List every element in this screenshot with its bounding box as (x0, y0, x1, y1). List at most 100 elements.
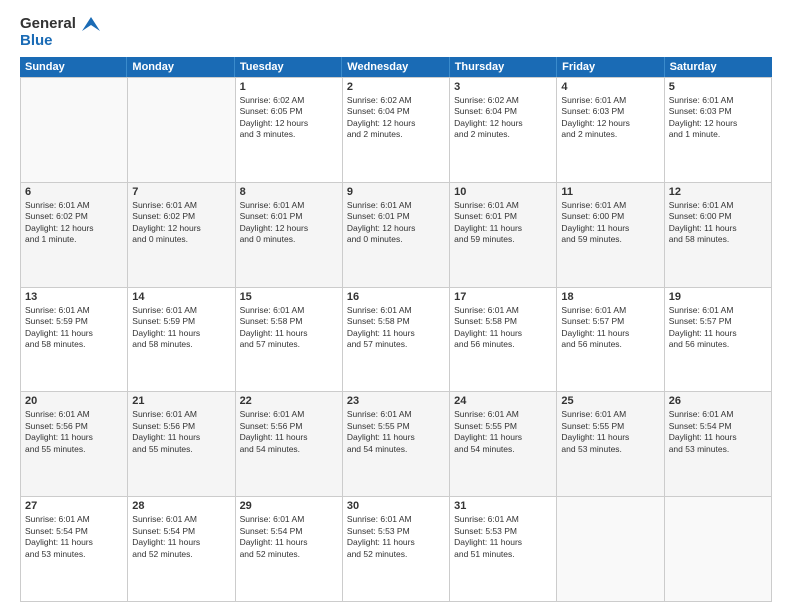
header-day-thursday: Thursday (450, 57, 557, 77)
cell-info: Sunrise: 6:01 AM Sunset: 5:54 PM Dayligh… (240, 514, 338, 560)
day-cell-14: 14 Sunrise: 6:01 AM Sunset: 5:59 PM Dayli… (128, 288, 235, 393)
day-number: 5 (669, 81, 767, 93)
day-cell-18: 18 Sunrise: 6:01 AM Sunset: 5:57 PM Dayli… (557, 288, 664, 393)
day-cell-23: 23 Sunrise: 6:01 AM Sunset: 5:55 PM Dayli… (343, 392, 450, 497)
header-day-saturday: Saturday (665, 57, 772, 77)
day-cell-26: 26 Sunrise: 6:01 AM Sunset: 5:54 PM Dayli… (665, 392, 772, 497)
day-cell-6: 6 Sunrise: 6:01 AM Sunset: 6:02 PM Daylig… (21, 183, 128, 288)
cell-info: Sunrise: 6:02 AM Sunset: 6:05 PM Dayligh… (240, 95, 338, 141)
cell-info: Sunrise: 6:01 AM Sunset: 6:01 PM Dayligh… (240, 200, 338, 246)
day-cell-24: 24Sunrise: 6:01 AM Sunset: 5:55 PM Dayli… (450, 392, 557, 497)
day-cell-22: 22 Sunrise: 6:01 AM Sunset: 5:56 PM Dayli… (236, 392, 343, 497)
day-number: 24 (454, 395, 552, 407)
cell-info: Sunrise: 6:01 AM Sunset: 5:59 PM Dayligh… (25, 305, 123, 351)
day-cell-19: 19 Sunrise: 6:01 AM Sunset: 5:57 PM Dayli… (665, 288, 772, 393)
day-cell-25: 25 Sunrise: 6:01 AM Sunset: 5:55 PM Dayli… (557, 392, 664, 497)
day-cell-28: 28Sunrise: 6:01 AM Sunset: 5:54 PM Dayli… (128, 497, 235, 602)
day-cell-10: 10 Sunrise: 6:01 AM Sunset: 6:01 PM Dayli… (450, 183, 557, 288)
cell-info: Sunrise: 6:01 AM Sunset: 5:54 PM Dayligh… (25, 514, 123, 560)
day-number: 15 (240, 291, 338, 303)
day-cell-17: 17Sunrise: 6:01 AM Sunset: 5:58 PM Dayli… (450, 288, 557, 393)
cell-info: Sunrise: 6:01 AM Sunset: 5:54 PM Dayligh… (132, 514, 230, 560)
day-number: 14 (132, 291, 230, 303)
logo-text-line1: General (20, 16, 100, 33)
cell-info: Sunrise: 6:01 AM Sunset: 5:55 PM Dayligh… (561, 409, 659, 455)
day-number: 7 (132, 186, 230, 198)
cell-info: Sunrise: 6:01 AM Sunset: 6:01 PM Dayligh… (347, 200, 445, 246)
day-number: 29 (240, 500, 338, 512)
logo-text-line2: Blue (20, 33, 100, 50)
day-cell-29: 29 Sunrise: 6:01 AM Sunset: 5:54 PM Dayli… (236, 497, 343, 602)
day-number: 10 (454, 186, 552, 198)
cell-info: Sunrise: 6:01 AM Sunset: 6:02 PM Dayligh… (132, 200, 230, 246)
day-cell-empty (128, 78, 235, 183)
day-cell-empty (665, 497, 772, 602)
day-cell-27: 27Sunrise: 6:01 AM Sunset: 5:54 PM Dayli… (21, 497, 128, 602)
day-cell-11: 11 Sunrise: 6:01 AM Sunset: 6:00 PM Dayli… (557, 183, 664, 288)
day-cell-2: 2Sunrise: 6:02 AM Sunset: 6:04 PM Daylig… (343, 78, 450, 183)
cell-info: Sunrise: 6:01 AM Sunset: 5:54 PM Dayligh… (669, 409, 767, 455)
cell-info: Sunrise: 6:01 AM Sunset: 6:03 PM Dayligh… (561, 95, 659, 141)
day-number: 25 (561, 395, 659, 407)
header: General Blue (20, 16, 772, 49)
calendar: SundayMondayTuesdayWednesdayThursdayFrid… (20, 57, 772, 602)
day-cell-21: 21Sunrise: 6:01 AM Sunset: 5:56 PM Dayli… (128, 392, 235, 497)
day-number: 6 (25, 186, 123, 198)
day-number: 4 (561, 81, 659, 93)
day-number: 23 (347, 395, 445, 407)
day-number: 3 (454, 81, 552, 93)
day-number: 21 (132, 395, 230, 407)
cell-info: Sunrise: 6:01 AM Sunset: 5:55 PM Dayligh… (347, 409, 445, 455)
day-number: 16 (347, 291, 445, 303)
day-number: 22 (240, 395, 338, 407)
cell-info: Sunrise: 6:01 AM Sunset: 5:58 PM Dayligh… (454, 305, 552, 351)
page: General Blue SundayMondayTuesdayWednesda… (0, 0, 792, 612)
cell-info: Sunrise: 6:01 AM Sunset: 6:00 PM Dayligh… (561, 200, 659, 246)
cell-info: Sunrise: 6:01 AM Sunset: 6:01 PM Dayligh… (454, 200, 552, 246)
header-day-friday: Friday (557, 57, 664, 77)
day-number: 13 (25, 291, 123, 303)
day-number: 19 (669, 291, 767, 303)
day-cell-8: 8 Sunrise: 6:01 AM Sunset: 6:01 PM Daylig… (236, 183, 343, 288)
cell-info: Sunrise: 6:01 AM Sunset: 5:53 PM Dayligh… (347, 514, 445, 560)
cell-info: Sunrise: 6:02 AM Sunset: 6:04 PM Dayligh… (347, 95, 445, 141)
day-cell-13: 13 Sunrise: 6:01 AM Sunset: 5:59 PM Dayli… (21, 288, 128, 393)
cell-info: Sunrise: 6:01 AM Sunset: 5:57 PM Dayligh… (561, 305, 659, 351)
day-cell-15: 15 Sunrise: 6:01 AM Sunset: 5:58 PM Dayli… (236, 288, 343, 393)
cell-info: Sunrise: 6:01 AM Sunset: 5:56 PM Dayligh… (240, 409, 338, 455)
day-cell-1: 1 Sunrise: 6:02 AM Sunset: 6:05 PM Daylig… (236, 78, 343, 183)
header-day-sunday: Sunday (20, 57, 127, 77)
calendar-header: SundayMondayTuesdayWednesdayThursdayFrid… (20, 57, 772, 77)
cell-info: Sunrise: 6:01 AM Sunset: 5:58 PM Dayligh… (240, 305, 338, 351)
day-cell-20: 20 Sunrise: 6:01 AM Sunset: 5:56 PM Dayli… (21, 392, 128, 497)
day-number: 31 (454, 500, 552, 512)
day-number: 20 (25, 395, 123, 407)
day-cell-4: 4 Sunrise: 6:01 AM Sunset: 6:03 PM Daylig… (557, 78, 664, 183)
day-cell-empty (21, 78, 128, 183)
day-cell-9: 9 Sunrise: 6:01 AM Sunset: 6:01 PM Daylig… (343, 183, 450, 288)
cell-info: Sunrise: 6:01 AM Sunset: 6:02 PM Dayligh… (25, 200, 123, 246)
day-number: 30 (347, 500, 445, 512)
cell-info: Sunrise: 6:01 AM Sunset: 5:59 PM Dayligh… (132, 305, 230, 351)
header-day-monday: Monday (127, 57, 234, 77)
cell-info: Sunrise: 6:01 AM Sunset: 5:57 PM Dayligh… (669, 305, 767, 351)
day-number: 26 (669, 395, 767, 407)
logo: General Blue (20, 16, 100, 49)
cell-info: Sunrise: 6:01 AM Sunset: 6:03 PM Dayligh… (669, 95, 767, 141)
day-cell-5: 5 Sunrise: 6:01 AM Sunset: 6:03 PM Daylig… (665, 78, 772, 183)
day-cell-30: 30 Sunrise: 6:01 AM Sunset: 5:53 PM Dayli… (343, 497, 450, 602)
cell-info: Sunrise: 6:01 AM Sunset: 5:56 PM Dayligh… (25, 409, 123, 455)
day-number: 18 (561, 291, 659, 303)
day-number: 1 (240, 81, 338, 93)
cell-info: Sunrise: 6:01 AM Sunset: 5:53 PM Dayligh… (454, 514, 552, 560)
day-number: 9 (347, 186, 445, 198)
day-cell-7: 7 Sunrise: 6:01 AM Sunset: 6:02 PM Daylig… (128, 183, 235, 288)
cell-info: Sunrise: 6:02 AM Sunset: 6:04 PM Dayligh… (454, 95, 552, 141)
day-cell-empty (557, 497, 664, 602)
cell-info: Sunrise: 6:01 AM Sunset: 5:58 PM Dayligh… (347, 305, 445, 351)
day-cell-16: 16 Sunrise: 6:01 AM Sunset: 5:58 PM Dayli… (343, 288, 450, 393)
day-cell-12: 12Sunrise: 6:01 AM Sunset: 6:00 PM Dayli… (665, 183, 772, 288)
day-number: 8 (240, 186, 338, 198)
cell-info: Sunrise: 6:01 AM Sunset: 6:00 PM Dayligh… (669, 200, 767, 246)
day-number: 11 (561, 186, 659, 198)
